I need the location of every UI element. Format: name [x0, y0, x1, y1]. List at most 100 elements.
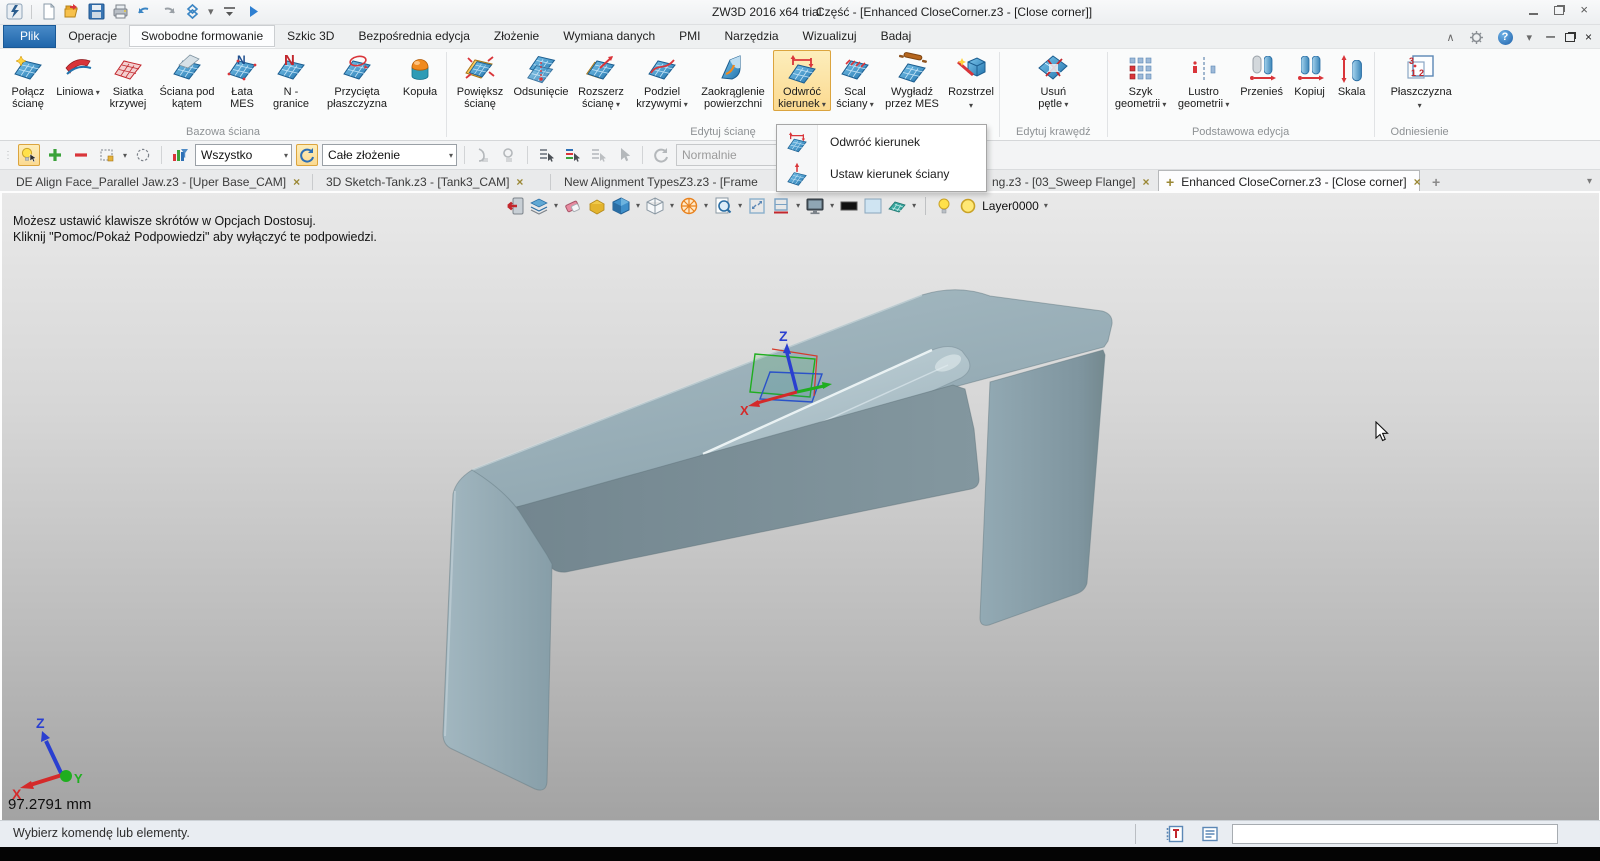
- zoom-extent-dropdown-icon[interactable]: ▾: [796, 201, 800, 210]
- face-display-icon[interactable]: [887, 196, 907, 216]
- tab-wizualizuj[interactable]: Wizualizuj: [791, 25, 869, 48]
- rozstrzel-button[interactable]: Rozstrzel: [945, 50, 997, 112]
- rozszerz-sciane-button[interactable]: Rozszerz ścianę: [571, 50, 631, 111]
- podziel-krzywymi-button[interactable]: Podziel krzywymi: [631, 50, 693, 111]
- collapse-ribbon-icon[interactable]: ∧: [1446, 31, 1454, 44]
- close-tab-icon[interactable]: ×: [1414, 175, 1421, 189]
- polacz-sciane-button[interactable]: Połącz ścianę: [2, 50, 54, 110]
- filter-combobox[interactable]: Wszystko: [195, 144, 293, 166]
- tab-operacje[interactable]: Operacje: [56, 25, 129, 48]
- menu-item-ustaw-kierunek[interactable]: Ustaw kierunek ściany: [777, 158, 986, 190]
- reselect-button[interactable]: [650, 144, 672, 166]
- filter-button[interactable]: [169, 144, 191, 166]
- minimize-button[interactable]: [1529, 5, 1539, 15]
- siatka-krzywej-button[interactable]: Siatka krzywej: [102, 50, 154, 110]
- shaded-dropdown-icon[interactable]: ▾: [636, 201, 640, 210]
- tab-badaj[interactable]: Badaj: [869, 25, 924, 48]
- viewport-3d[interactable]: Z X Z X Y Możesz ustawić klawisze skrótó…: [0, 191, 1600, 820]
- lasso-select-button[interactable]: [132, 144, 154, 166]
- restore-button[interactable]: [1554, 5, 1565, 15]
- regen-dropdown-icon[interactable]: ▾: [208, 5, 214, 18]
- render-mode-dropdown-icon[interactable]: ▾: [830, 201, 834, 210]
- wygladz-przez-mes-button[interactable]: Wygładź przez MES: [879, 50, 945, 110]
- lata-mes-button[interactable]: N Łata MES: [220, 50, 264, 110]
- offset-pick-button[interactable]: [472, 144, 494, 166]
- command-input[interactable]: [1232, 824, 1558, 844]
- render-mode-icon[interactable]: [805, 196, 825, 216]
- zoom-extent-icon[interactable]: [771, 196, 791, 216]
- model-close-corner[interactable]: Z X Z X Y: [0, 191, 1600, 820]
- tab-pmi[interactable]: PMI: [667, 25, 712, 48]
- close-tab-icon[interactable]: ×: [293, 175, 300, 189]
- liniowa-button[interactable]: Liniowa: [54, 50, 102, 99]
- section-dropdown-icon[interactable]: ▾: [704, 201, 708, 210]
- regen-box-icon[interactable]: [587, 196, 607, 216]
- zoom-doc-icon[interactable]: [713, 196, 733, 216]
- new-file-icon[interactable]: [40, 3, 57, 20]
- kopula-button[interactable]: Kopuła: [396, 50, 444, 98]
- background-color-swatch[interactable]: [863, 196, 883, 216]
- print-icon[interactable]: [112, 3, 129, 20]
- odwroc-kierunek-button[interactable]: Odwróć kierunek: [773, 50, 831, 111]
- add-selection-button[interactable]: [44, 144, 66, 166]
- doc-minimize-button[interactable]: –: [1546, 28, 1555, 46]
- zaokraglenie-powierzchni-button[interactable]: Zaokrąglenie powierzchni: [693, 50, 773, 110]
- kopiuj-button[interactable]: Kopiuj: [1288, 50, 1332, 98]
- tab-szkic-3d[interactable]: Szkic 3D: [275, 25, 346, 48]
- help-icon[interactable]: ?: [1497, 29, 1513, 45]
- pick-list-next-button[interactable]: [587, 144, 609, 166]
- section-wheel-icon[interactable]: [679, 196, 699, 216]
- message-log-icon[interactable]: [1201, 825, 1219, 843]
- layer-dropdown-icon[interactable]: ▾: [1044, 201, 1048, 210]
- app-logo-icon[interactable]: [6, 3, 23, 20]
- scope-combobox[interactable]: Całe złożenie: [322, 144, 458, 166]
- offset-pick2-button[interactable]: [498, 144, 520, 166]
- shaded-cube-icon[interactable]: [611, 196, 631, 216]
- fit-window-icon[interactable]: [747, 196, 767, 216]
- tab-plik[interactable]: Plik: [3, 25, 57, 48]
- pick-cursor-button[interactable]: [613, 144, 635, 166]
- scal-sciany-button[interactable]: Scal ściany: [831, 50, 879, 111]
- eraser-icon[interactable]: [563, 196, 583, 216]
- redo-icon[interactable]: [160, 3, 177, 20]
- exit-view-icon[interactable]: [505, 196, 525, 216]
- undo-icon[interactable]: [136, 3, 153, 20]
- doc-restore-button[interactable]: [1564, 32, 1575, 42]
- odsuniecie-button[interactable]: Odsunięcie: [511, 50, 571, 98]
- przycieta-plaszczyzna-button[interactable]: Przycięta płaszczyzna: [318, 50, 396, 110]
- tab-bezposrednia-edycja[interactable]: Bezpośrednia edycja: [346, 25, 481, 48]
- edge-color-swatch[interactable]: [839, 196, 859, 216]
- command-history-icon[interactable]: [1166, 825, 1184, 843]
- save-icon[interactable]: [88, 3, 105, 20]
- wireframe-dropdown-icon[interactable]: ▾: [670, 201, 674, 210]
- powieksz-sciane-button[interactable]: Powiększ ścianę: [449, 50, 511, 110]
- face-display-dropdown-icon[interactable]: ▾: [912, 201, 916, 210]
- tab-swobodne-formowanie[interactable]: Swobodne formowanie: [129, 25, 276, 48]
- plaszczyzna-button[interactable]: 312 Płaszczyzna: [1389, 50, 1452, 112]
- display-stack-dropdown-icon[interactable]: ▾: [554, 201, 558, 210]
- layer-combobox[interactable]: Layer0000: [982, 199, 1039, 213]
- close-tab-icon[interactable]: ×: [1142, 175, 1149, 189]
- przenies-button[interactable]: Przenieś: [1236, 50, 1288, 98]
- sciana-pod-katem-button[interactable]: Ściana pod kątem: [154, 50, 220, 110]
- display-stack-icon[interactable]: [529, 196, 549, 216]
- zoom-dropdown-icon[interactable]: ▾: [738, 201, 742, 210]
- close-button[interactable]: ×: [1580, 3, 1588, 16]
- toolbar-drag-handle[interactable]: ⋮: [3, 150, 13, 161]
- tab-zlozenie[interactable]: Złożenie: [482, 25, 551, 48]
- n-granice-button[interactable]: N N - granice: [264, 50, 318, 110]
- pick-list-button[interactable]: [561, 144, 583, 166]
- remove-selection-button[interactable]: [70, 144, 92, 166]
- window-select-dropdown-icon[interactable]: ▾: [123, 151, 127, 160]
- pick-hint-button[interactable]: [18, 144, 40, 166]
- settings-gear-icon[interactable]: [1469, 30, 1484, 45]
- wireframe-cube-icon[interactable]: [645, 196, 665, 216]
- regen-icon[interactable]: [184, 3, 201, 20]
- tab-overflow-icon[interactable]: ▾: [1587, 176, 1592, 187]
- doc-close-button[interactable]: ×: [1585, 30, 1592, 44]
- tab-narzedzia[interactable]: Narzędzia: [713, 25, 791, 48]
- help-dropdown-icon[interactable]: ▾: [1527, 31, 1533, 44]
- skala-button[interactable]: Skala: [1332, 50, 1372, 98]
- pick-list-prev-button[interactable]: [535, 144, 557, 166]
- lustro-geometrii-button[interactable]: Lustro geometrii: [1172, 50, 1236, 111]
